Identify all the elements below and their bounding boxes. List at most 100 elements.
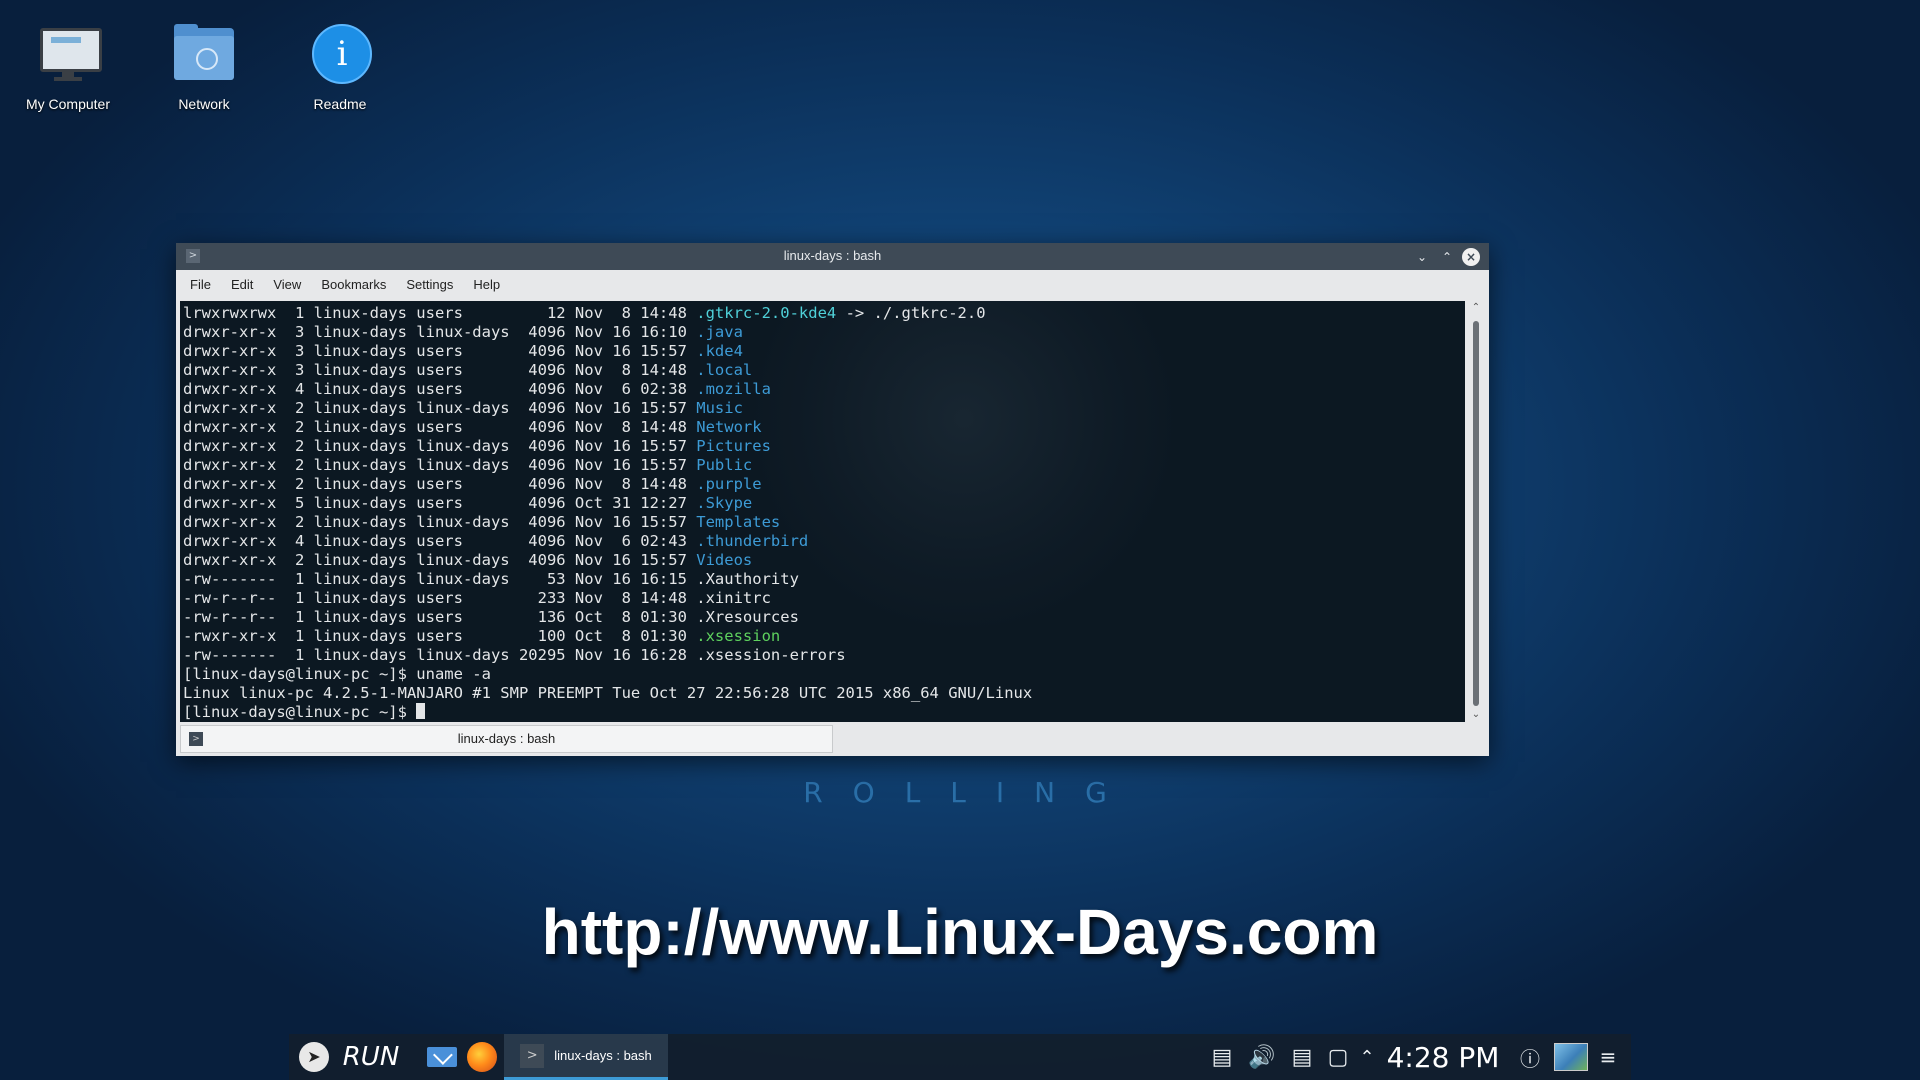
- desktop-icon-label: My Computer: [25, 96, 111, 112]
- clipboard-icon[interactable]: ▤: [1285, 1034, 1319, 1080]
- expand-tray-icon[interactable]: ⌃: [1355, 1034, 1379, 1080]
- file-name: .kde4: [696, 342, 743, 360]
- terminal-line: drwxr-xr-x 2 linux-days users 4096 Nov 8…: [183, 418, 1465, 437]
- terminal-scrollbar[interactable]: ⌃ ⌄: [1468, 301, 1484, 722]
- menu-view[interactable]: View: [273, 277, 301, 292]
- file-name: .Skype: [696, 494, 753, 512]
- file-meta: drwxr-xr-x 3 linux-days users 4096 Nov 8…: [183, 361, 697, 379]
- run-label: RUN: [342, 1042, 400, 1072]
- notification-icon[interactable]: ⓘ: [1515, 1034, 1545, 1080]
- network-icon[interactable]: ▢: [1321, 1034, 1355, 1080]
- desktop-icon-readme[interactable]: i Readme: [280, 22, 400, 112]
- run-launcher[interactable]: RUN: [339, 1034, 403, 1080]
- file-meta: -rwxr-xr-x 1 linux-days users 100 Oct 8 …: [183, 627, 697, 645]
- console-tray-icon[interactable]: ▤: [1205, 1034, 1239, 1080]
- firefox-icon[interactable]: [463, 1034, 501, 1080]
- link-target: -> ./.gtkrc-2.0: [836, 304, 986, 322]
- task-label: linux-days : bash: [554, 1048, 652, 1063]
- file-meta: lrwxrwxrwx 1 linux-days users 12 Nov 8 1…: [183, 304, 697, 322]
- file-meta: drwxr-xr-x 3 linux-days users 4096 Nov 1…: [183, 342, 697, 360]
- computer-icon: [36, 22, 102, 86]
- terminal-icon: >: [520, 1043, 545, 1068]
- mail-icon[interactable]: [423, 1034, 461, 1080]
- terminal-line: drwxr-xr-x 5 linux-days users 4096 Oct 3…: [183, 494, 1465, 513]
- close-button[interactable]: ×: [1462, 248, 1480, 266]
- file-name: .xinitrc: [696, 589, 771, 607]
- file-name: Network: [696, 418, 762, 436]
- terminal-line: [linux-days@linux-pc ~]$ uname -a: [183, 665, 491, 683]
- desktop-preview-icon[interactable]: [1551, 1034, 1591, 1080]
- terminal-window: > linux-days : bash ⌄ ⌃ × File Edit View…: [176, 243, 1489, 756]
- terminal-line: drwxr-xr-x 2 linux-days users 4096 Nov 8…: [183, 475, 1465, 494]
- file-meta: -rw-r--r-- 1 linux-days users 233 Nov 8 …: [183, 589, 697, 607]
- file-name: .mozilla: [696, 380, 771, 398]
- menu-bookmarks[interactable]: Bookmarks: [321, 277, 386, 292]
- watermark-url: http://www.Linux-Days.com: [541, 896, 1379, 968]
- minimize-button[interactable]: ⌄: [1413, 248, 1431, 266]
- tab-bar: > linux-days : bash: [176, 722, 1489, 756]
- desktop-icon-my-computer[interactable]: My Computer: [8, 22, 128, 112]
- netrunner-logo-icon[interactable]: ➤: [295, 1034, 333, 1080]
- file-meta: drwxr-xr-x 2 linux-days linux-days 4096 …: [183, 551, 697, 569]
- terminal-output[interactable]: lrwxrwxrwx 1 linux-days users 12 Nov 8 1…: [180, 301, 1465, 722]
- file-meta: drwxr-xr-x 2 linux-days users 4096 Nov 8…: [183, 475, 697, 493]
- terminal-line: -rw------- 1 linux-days linux-days 20295…: [183, 646, 1465, 665]
- window-titlebar[interactable]: > linux-days : bash ⌄ ⌃ ×: [176, 243, 1489, 270]
- desktop-icon-label: Readme: [313, 96, 367, 112]
- scrollbar-thumb[interactable]: [1473, 321, 1479, 706]
- file-name: .gtkrc-2.0-kde4: [696, 304, 837, 322]
- file-name: .Xauthority: [696, 570, 799, 588]
- terminal-line: -rw------- 1 linux-days linux-days 53 No…: [183, 570, 1465, 589]
- terminal-line: drwxr-xr-x 2 linux-days linux-days 4096 …: [183, 551, 1465, 570]
- window-title: linux-days : bash: [783, 248, 882, 263]
- info-icon: i: [308, 22, 372, 86]
- volume-icon[interactable]: 🔊: [1245, 1034, 1279, 1080]
- menu-edit[interactable]: Edit: [231, 277, 253, 292]
- file-meta: drwxr-xr-x 2 linux-days users 4096 Nov 8…: [183, 418, 697, 436]
- task-terminal[interactable]: > linux-days : bash: [504, 1034, 668, 1080]
- file-name: .local: [696, 361, 753, 379]
- terminal-line: -rw-r--r-- 1 linux-days users 136 Oct 8 …: [183, 608, 1465, 627]
- menu-settings[interactable]: Settings: [406, 277, 453, 292]
- file-meta: drwxr-xr-x 3 linux-days linux-days 4096 …: [183, 323, 697, 341]
- network-folder-icon: [172, 22, 236, 86]
- file-name: .java: [696, 323, 743, 341]
- terminal-line: Linux linux-pc 4.2.5-1-MANJARO #1 SMP PR…: [183, 684, 1033, 702]
- file-name: .thunderbird: [696, 532, 809, 550]
- scroll-up-icon[interactable]: ⌃: [1468, 301, 1484, 315]
- file-meta: drwxr-xr-x 2 linux-days linux-days 4096 …: [183, 456, 697, 474]
- terminal-line: drwxr-xr-x 3 linux-days linux-days 4096 …: [183, 323, 1465, 342]
- file-name: Videos: [696, 551, 753, 569]
- terminal-line: drwxr-xr-x 2 linux-days linux-days 4096 …: [183, 513, 1465, 532]
- file-meta: drwxr-xr-x 2 linux-days linux-days 4096 …: [183, 399, 697, 417]
- file-name: Public: [696, 456, 753, 474]
- terminal-line: -rwxr-xr-x 1 linux-days users 100 Oct 8 …: [183, 627, 1465, 646]
- clock[interactable]: 4:28 PM: [1381, 1034, 1505, 1080]
- prompt: [linux-days@linux-pc ~]$: [183, 703, 417, 721]
- file-name: Templates: [696, 513, 781, 531]
- tab-label: linux-days : bash: [457, 731, 556, 746]
- terminal-line: -rw-r--r-- 1 linux-days users 233 Nov 8 …: [183, 589, 1465, 608]
- file-meta: drwxr-xr-x 4 linux-days users 4096 Nov 6…: [183, 380, 697, 398]
- terminal-prompt-line[interactable]: [linux-days@linux-pc ~]$: [183, 703, 1465, 722]
- terminal-line: drwxr-xr-x 3 linux-days users 4096 Nov 8…: [183, 361, 1465, 380]
- file-meta: -rw------- 1 linux-days linux-days 53 No…: [183, 570, 697, 588]
- menu-bar: File Edit View Bookmarks Settings Help: [176, 270, 1489, 299]
- file-meta: drwxr-xr-x 5 linux-days users 4096 Oct 3…: [183, 494, 697, 512]
- file-name: Pictures: [696, 437, 771, 455]
- file-meta: -rw-r--r-- 1 linux-days users 136 Oct 8 …: [183, 608, 697, 626]
- file-name: .purple: [696, 475, 762, 493]
- menu-file[interactable]: File: [190, 277, 211, 292]
- taskbar: ➤ RUN > linux-days : bash ▤ 🔊 ▤ ▢ ⌃ 4:28…: [289, 1034, 1631, 1080]
- menu-icon[interactable]: ≡: [1593, 1034, 1623, 1080]
- file-meta: drwxr-xr-x 2 linux-days linux-days 4096 …: [183, 437, 697, 455]
- file-meta: -rw------- 1 linux-days linux-days 20295…: [183, 646, 697, 664]
- terminal-line: drwxr-xr-x 2 linux-days linux-days 4096 …: [183, 456, 1465, 475]
- text-cursor: [416, 703, 426, 719]
- scroll-down-icon[interactable]: ⌄: [1468, 708, 1484, 722]
- file-name: .Xresources: [696, 608, 799, 626]
- menu-help[interactable]: Help: [473, 277, 500, 292]
- maximize-button[interactable]: ⌃: [1438, 248, 1456, 266]
- tab-linux-days-bash[interactable]: > linux-days : bash: [180, 725, 833, 753]
- desktop-icon-network[interactable]: Network: [144, 22, 264, 112]
